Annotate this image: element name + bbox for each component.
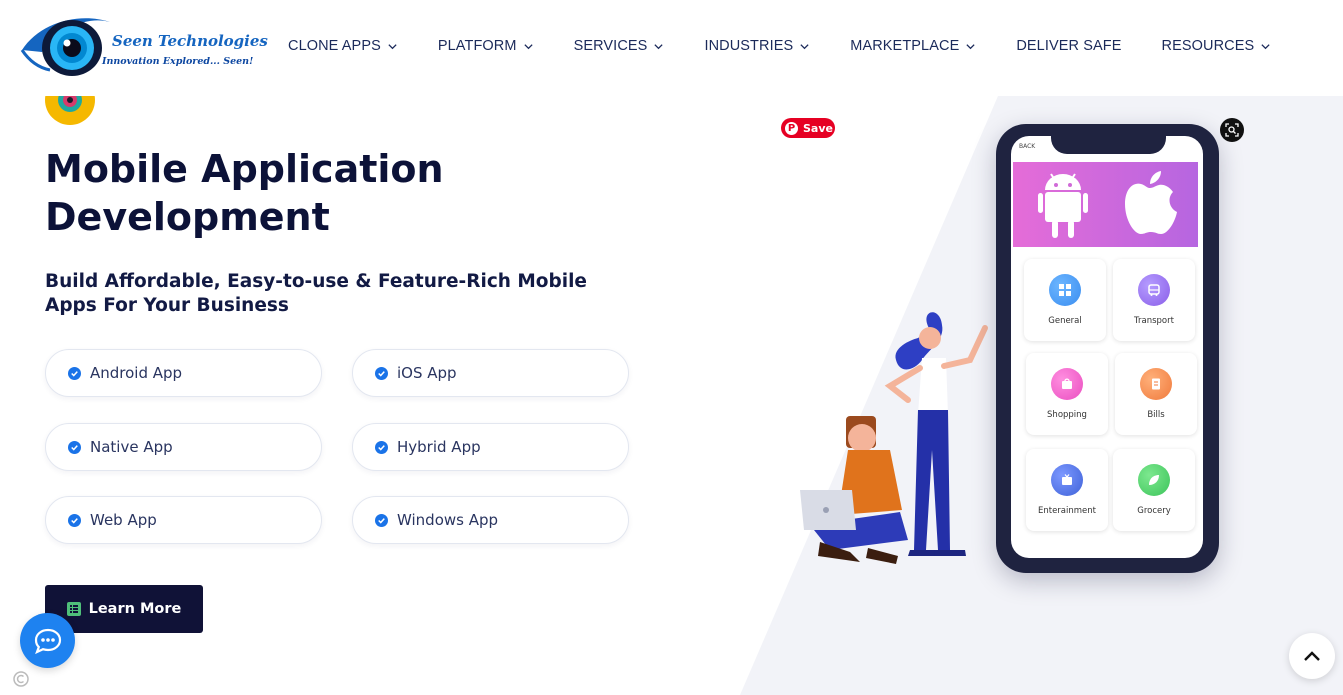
bill-icon <box>1140 368 1172 400</box>
feature-label: iOS App <box>397 364 457 382</box>
scroll-to-top-button[interactable] <box>1289 633 1335 679</box>
tv-icon <box>1051 464 1083 496</box>
logo[interactable]: Seen Technologies Innovation Explored...… <box>20 12 268 80</box>
nav-services[interactable]: SERVICES <box>574 38 665 54</box>
tile-label: Grocery <box>1137 506 1171 516</box>
nav-platform[interactable]: PLATFORM <box>438 38 534 54</box>
brand-tagline: Innovation Explored... Seen! <box>102 56 254 67</box>
app-tile-entertainment[interactable]: Enterainment <box>1026 449 1108 531</box>
tile-label: Shopping <box>1047 410 1087 420</box>
nav-label: MARKETPLACE <box>850 38 960 54</box>
feature-native-app[interactable]: Native App <box>45 423 322 471</box>
feature-label: Native App <box>90 438 173 456</box>
nav-label: CLONE APPS <box>288 38 381 54</box>
nav-label: PLATFORM <box>437 38 517 54</box>
check-badge-icon <box>68 366 81 380</box>
check-badge-icon <box>375 440 388 454</box>
chevron-down-icon <box>654 43 664 49</box>
android-apple-icon <box>1038 171 1177 238</box>
visual-search-button[interactable] <box>1220 118 1244 142</box>
eye-logo-icon <box>20 18 110 76</box>
page-subtitle: Build Affordable, Easy-to-use & Feature-… <box>45 271 587 316</box>
nav-label: SERVICES <box>573 38 648 54</box>
pinterest-icon: P <box>785 121 798 135</box>
lens-icon <box>1225 123 1239 137</box>
tile-label: Enterainment <box>1037 506 1096 516</box>
chat-bubble-icon <box>34 628 61 654</box>
phone-notch <box>1051 124 1166 154</box>
brand-name: Seen Technologies <box>112 32 268 50</box>
page-title: Mobile Application Development <box>45 147 444 239</box>
grid-icon <box>1049 274 1081 306</box>
nav-clone-apps[interactable]: CLONE APPS <box>288 38 398 54</box>
feature-ios-app[interactable]: iOS App <box>352 349 629 397</box>
check-badge-icon <box>375 366 388 380</box>
feature-label: Windows App <box>397 511 499 529</box>
app-tile-general[interactable]: General <box>1024 259 1106 341</box>
phone-back-label: BACK <box>1019 143 1036 150</box>
phone-banner <box>1013 162 1198 247</box>
tile-label: Bills <box>1147 410 1165 420</box>
app-tile-bills[interactable]: Bills <box>1115 353 1197 435</box>
feature-label: Hybrid App <box>397 438 481 456</box>
chevron-down-icon <box>523 43 533 49</box>
feature-label: Web App <box>90 511 157 529</box>
feature-label: Android App <box>90 364 183 382</box>
nav-label: INDUSTRIES <box>704 38 794 54</box>
site-header: Seen Technologies Innovation Explored...… <box>0 0 1343 96</box>
save-label: Save <box>803 121 833 135</box>
nav-label: RESOURCES <box>1161 38 1255 54</box>
chevron-down-icon <box>800 43 809 49</box>
people-illustration <box>800 312 988 564</box>
list-icon <box>66 602 81 616</box>
app-tile-grocery[interactable]: Grocery <box>1113 449 1195 531</box>
learn-more-label: Learn More <box>88 601 182 617</box>
page: Seen Technologies Innovation Explored...… <box>0 0 1343 695</box>
check-badge-icon <box>375 513 388 527</box>
check-badge-icon <box>68 513 81 527</box>
tile-label: Transport <box>1134 316 1174 326</box>
feature-windows-app[interactable]: Windows App <box>352 496 629 544</box>
nav-industries[interactable]: INDUSTRIES <box>704 38 810 54</box>
feature-web-app[interactable]: Web App <box>45 496 322 544</box>
feature-hybrid-app[interactable]: Hybrid App <box>352 423 629 471</box>
leaf-icon <box>1138 464 1170 496</box>
main-nav: CLONE APPS PLATFORM SERVICES INDUSTRIES … <box>288 38 1271 54</box>
pinterest-save-button[interactable]: P Save <box>781 118 835 138</box>
chevron-down-icon <box>966 43 975 49</box>
app-tile-shopping[interactable]: Shopping <box>1026 353 1108 435</box>
chevron-down-icon <box>388 43 397 49</box>
chevron-down-icon <box>1261 43 1270 49</box>
chevron-up-icon <box>1304 651 1320 661</box>
app-tile-transport[interactable]: Transport <box>1113 259 1195 341</box>
nav-deliver-safe[interactable]: DELIVER SAFE <box>1016 38 1121 54</box>
nav-label: DELIVER SAFE <box>1016 38 1122 54</box>
feature-android-app[interactable]: Android App <box>45 349 322 397</box>
chat-button[interactable] <box>20 613 75 668</box>
tile-label: General <box>1048 316 1082 326</box>
check-badge-icon <box>68 440 81 454</box>
recaptcha-icon <box>13 671 29 687</box>
bag-icon <box>1051 368 1083 400</box>
nav-resources[interactable]: RESOURCES <box>1162 38 1272 54</box>
nav-marketplace[interactable]: MARKETPLACE <box>850 38 976 54</box>
bus-icon <box>1138 274 1170 306</box>
